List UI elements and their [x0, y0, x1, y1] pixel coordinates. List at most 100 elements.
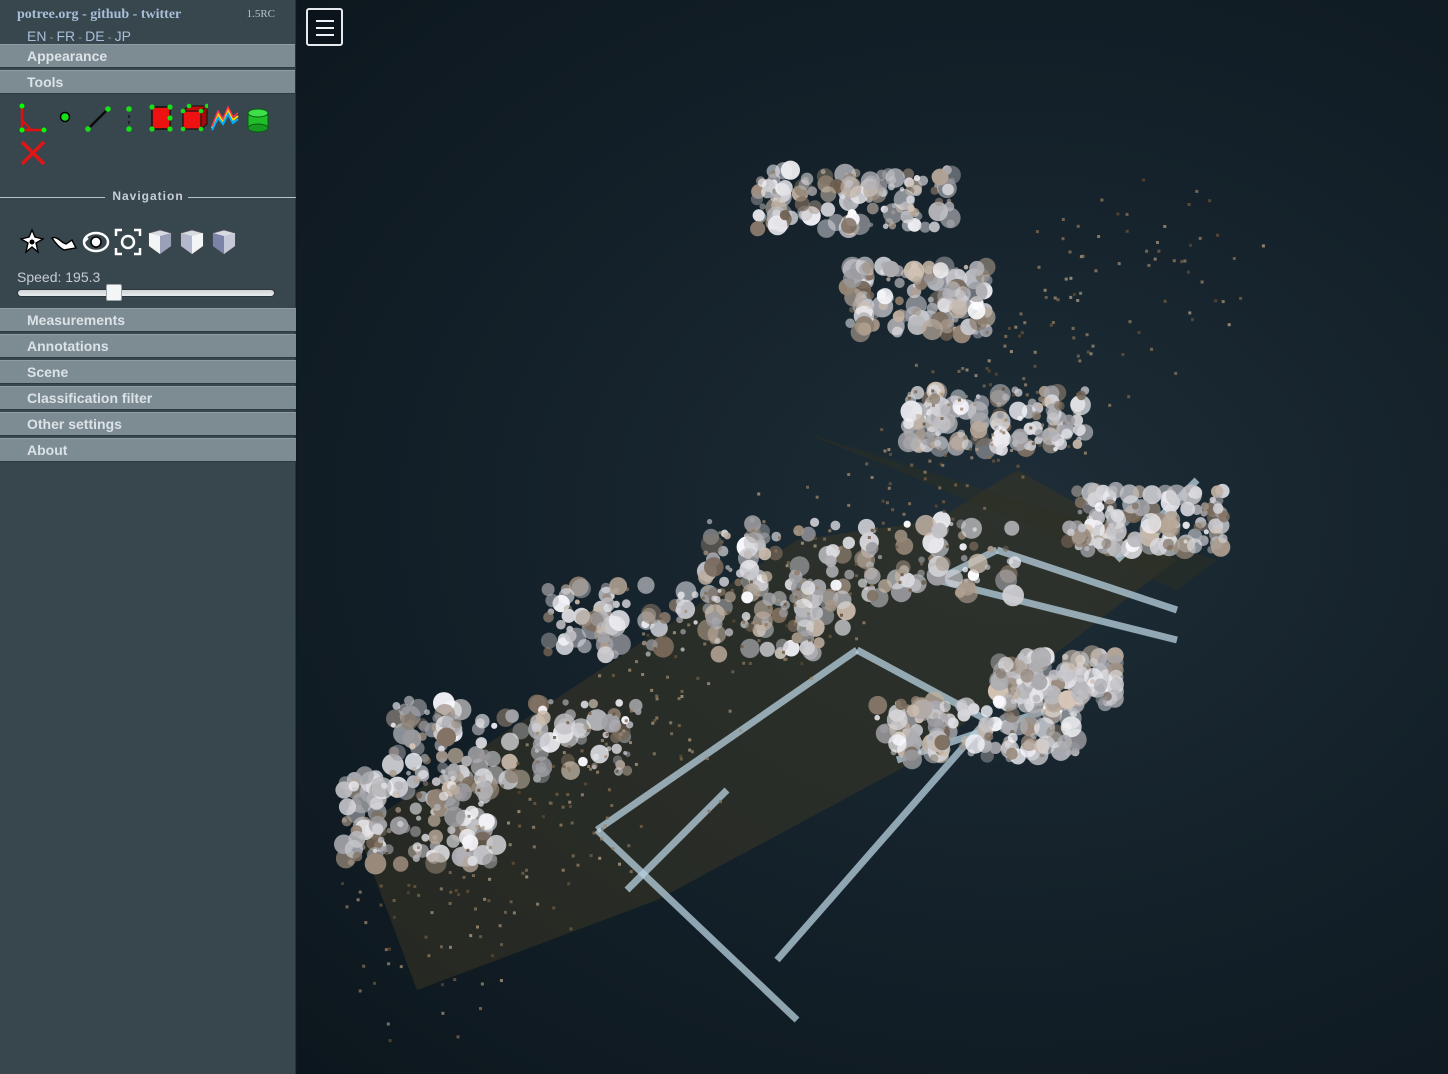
slider-track[interactable] — [17, 289, 275, 297]
point-icon[interactable] — [56, 108, 74, 126]
point-sample — [562, 751, 566, 755]
point-cluster — [714, 638, 721, 644]
point-sample — [559, 823, 563, 827]
twitter-link[interactable]: twitter — [141, 7, 181, 22]
point-sample — [895, 545, 899, 549]
section-tools[interactable]: Tools — [0, 70, 295, 94]
top-view-icon[interactable] — [210, 228, 238, 256]
orbit-controls-icon[interactable] — [82, 228, 110, 256]
slider-thumb[interactable] — [105, 284, 122, 301]
point-cluster — [914, 212, 923, 221]
point-sample — [511, 861, 515, 865]
point-sample — [1016, 464, 1020, 468]
lang-en[interactable]: EN — [27, 28, 46, 44]
point-sample — [536, 760, 540, 764]
point-sample — [615, 770, 619, 773]
section-classification-filter[interactable]: Classification filter — [0, 386, 296, 410]
section-appearance[interactable]: Appearance — [0, 44, 295, 68]
point-sample — [1072, 336, 1076, 340]
fly-controls-icon[interactable] — [50, 228, 78, 256]
point-cluster — [397, 820, 404, 828]
section-annotations[interactable]: Annotations — [0, 334, 296, 358]
angle-icon[interactable] — [17, 103, 47, 133]
point-sample — [723, 611, 727, 615]
point-sample — [462, 875, 466, 879]
profile-icon[interactable] — [210, 104, 240, 132]
section-scene[interactable]: Scene — [0, 360, 296, 384]
focus-icon[interactable] — [114, 228, 142, 256]
point-sample — [642, 632, 646, 636]
point-cluster — [741, 611, 751, 621]
point-cluster — [777, 180, 793, 196]
point-sample — [767, 605, 771, 609]
area-icon[interactable] — [146, 103, 176, 133]
point-sample — [588, 712, 592, 715]
point-sample — [1076, 392, 1080, 396]
point-sample — [1035, 390, 1039, 394]
section-about[interactable]: About — [0, 438, 296, 462]
point-cluster — [939, 712, 948, 721]
point-sample — [629, 741, 632, 745]
point-cluster — [878, 579, 892, 593]
point-cluster — [867, 305, 872, 310]
point-sample — [782, 650, 786, 654]
point-sample — [427, 954, 431, 958]
point-cluster — [734, 578, 743, 587]
point-cluster — [1185, 488, 1191, 494]
point-cluster — [564, 709, 576, 721]
point-cloud-viewer[interactable] — [297, 0, 1448, 1074]
section-measurements[interactable]: Measurements — [0, 308, 296, 332]
point-sample — [1033, 364, 1037, 368]
clip-volume-icon[interactable] — [244, 105, 272, 133]
point-sample — [1076, 299, 1080, 302]
point-sample — [778, 536, 781, 540]
point-sample — [1191, 318, 1194, 322]
point-cloud-render[interactable] — [297, 0, 1448, 1074]
point-cluster — [794, 196, 810, 212]
left-view-icon[interactable] — [146, 228, 174, 256]
language-selector: EN - FR - DE - JP — [27, 28, 131, 44]
lang-jp[interactable]: JP — [115, 28, 131, 44]
point-sample — [598, 674, 602, 678]
point-cluster — [425, 852, 447, 874]
point-cluster — [741, 591, 754, 604]
point-cluster — [603, 603, 613, 613]
section-other-settings[interactable]: Other settings — [0, 412, 296, 436]
point-sample — [865, 462, 869, 466]
point-cluster — [1094, 502, 1105, 512]
lang-fr[interactable]: FR — [56, 28, 75, 44]
point-cluster — [486, 834, 507, 855]
point-cluster — [446, 834, 460, 848]
point-cluster — [960, 554, 968, 562]
point-cluster — [588, 699, 598, 709]
remove-all-icon[interactable] — [19, 139, 47, 167]
speed-slider[interactable] — [17, 284, 275, 301]
point-sample — [1094, 269, 1098, 273]
point-cluster — [834, 619, 851, 636]
front-view-icon[interactable] — [178, 228, 206, 256]
point-cluster — [996, 411, 1004, 419]
point-cluster — [1060, 716, 1082, 738]
lang-de[interactable]: DE — [85, 28, 104, 44]
potree-link[interactable]: potree.org — [17, 7, 79, 22]
point-sample — [688, 738, 692, 742]
earth-controls-icon[interactable] — [18, 228, 46, 256]
distance-icon[interactable] — [84, 105, 112, 133]
point-cluster — [918, 556, 925, 564]
point-sample — [823, 537, 827, 541]
point-cluster — [1062, 649, 1084, 672]
point-sample — [1053, 296, 1057, 300]
point-cluster — [1110, 508, 1125, 523]
point-cluster — [903, 418, 914, 429]
point-sample — [541, 815, 545, 819]
volume-icon[interactable] — [178, 103, 208, 133]
point-cluster — [704, 557, 724, 577]
github-link[interactable]: github — [90, 7, 129, 22]
height-icon[interactable] — [120, 105, 138, 133]
point-cluster — [965, 734, 985, 754]
point-sample — [639, 825, 643, 828]
point-sample — [358, 989, 362, 993]
point-sample — [619, 732, 623, 736]
point-sample — [658, 617, 662, 620]
hamburger-menu-icon[interactable] — [306, 8, 343, 46]
